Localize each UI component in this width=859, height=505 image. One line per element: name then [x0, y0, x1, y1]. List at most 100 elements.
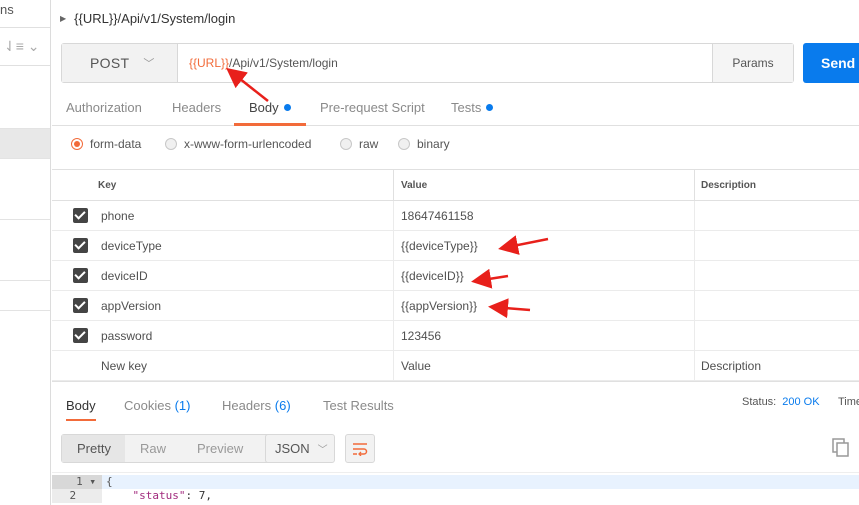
headers-count: (6)	[274, 398, 291, 413]
key-cell[interactable]: deviceType	[92, 231, 394, 260]
tab-label: Headers	[222, 398, 272, 413]
empty-check	[52, 351, 92, 380]
new-description-input[interactable]: Description	[695, 351, 859, 380]
line-number: 2	[52, 489, 102, 503]
radio-label: form-data	[90, 137, 142, 151]
description-cell[interactable]	[695, 291, 859, 320]
response-tab-cookies[interactable]: Cookies (1)	[124, 398, 190, 413]
line-number: 1 ▾	[52, 475, 102, 489]
radio-label: x-www-form-urlencoded	[184, 137, 312, 151]
response-time-label: Time	[838, 396, 859, 408]
response-status: Status: 200 OK	[742, 396, 820, 408]
value-cell[interactable]: {{deviceID}}	[394, 261, 695, 290]
description-cell[interactable]	[695, 321, 859, 350]
response-toolbar: Pretty Raw Preview JSON ﹀	[52, 426, 859, 472]
value-cell[interactable]: {{appVersion}}	[394, 291, 695, 320]
url-variable: {{URL}}	[189, 56, 230, 70]
sidebar-item-selected[interactable]	[0, 129, 50, 159]
row-checkbox[interactable]	[72, 328, 88, 343]
table-row: password 123456	[52, 321, 859, 351]
response-tab-headers[interactable]: Headers (6)	[222, 398, 291, 413]
radio-selected-icon	[71, 138, 83, 150]
radio-label: raw	[359, 137, 379, 151]
row-checkbox[interactable]	[72, 208, 88, 223]
view-raw-button[interactable]: Raw	[125, 435, 182, 462]
send-button[interactable]: Send	[803, 43, 859, 83]
format-label: JSON	[275, 441, 310, 456]
request-tabs: Authorization Headers Body Pre-request S…	[52, 92, 859, 126]
sidebar-item[interactable]	[0, 159, 50, 220]
params-button[interactable]: Params	[712, 44, 793, 82]
code-line: 2 "status": 7,	[52, 489, 859, 503]
modified-dot-icon	[283, 104, 291, 111]
key-cell[interactable]: phone	[92, 201, 394, 230]
response-tab-test-results[interactable]: Test Results	[323, 398, 394, 413]
method-select[interactable]: POST ﹀	[62, 44, 178, 82]
response-tabs: Body Cookies (1) Headers (6) Test Result…	[52, 381, 859, 426]
column-header-description: Description	[701, 179, 757, 191]
sidebar-tab[interactable]: ns	[0, 0, 50, 28]
response-code-view[interactable]: 1 ▾ { 2 "status": 7,	[52, 472, 859, 505]
sidebar-item[interactable]	[0, 281, 50, 311]
copy-icon[interactable]	[832, 438, 852, 458]
response-tab-body[interactable]: Body	[66, 398, 96, 421]
sort-icon[interactable]: ⇃≡ ⌄	[0, 30, 50, 66]
radio-binary[interactable]: binary	[398, 137, 450, 151]
new-value-input[interactable]: Value	[394, 351, 695, 380]
expand-caret-icon[interactable]: ▶	[60, 14, 66, 23]
chevron-down-icon: ﹀	[143, 58, 155, 70]
key-cell[interactable]: password	[92, 321, 394, 350]
url-path: /Api/v1/System/login	[229, 56, 338, 70]
code-text: {	[102, 475, 859, 489]
tab-label: Cookies	[124, 398, 171, 413]
tab-label: Pre-request Script	[320, 100, 425, 115]
wrap-lines-icon	[353, 442, 368, 456]
column-header-key: Key	[92, 170, 394, 200]
code-text: "status": 7,	[132, 489, 212, 502]
view-preview-button[interactable]: Preview	[182, 435, 243, 462]
radio-label: binary	[417, 137, 450, 151]
cookies-count: (1)	[174, 398, 191, 413]
request-title[interactable]: ▶ {{URL}}/Api/v1/System/login	[60, 8, 235, 28]
tab-authorization[interactable]: Authorization	[66, 92, 142, 126]
url-bar: POST ﹀ {{URL}}/Api/v1/System/login Param…	[61, 43, 794, 83]
radio-form-data[interactable]: form-data	[71, 137, 141, 151]
table-header: Key Value Description	[52, 170, 859, 201]
body-type-options: form-data x-www-form-urlencoded raw bina…	[52, 126, 859, 170]
url-input[interactable]: {{URL}}/Api/v1/System/login	[178, 44, 712, 82]
fold-caret-icon[interactable]: ▾	[89, 475, 96, 488]
value-cell[interactable]: 18647461158	[394, 201, 695, 230]
wrap-lines-button[interactable]	[345, 434, 375, 463]
status-value: 200 OK	[782, 396, 820, 408]
value-cell[interactable]: {{deviceType}}	[394, 231, 695, 260]
row-checkbox[interactable]	[72, 238, 88, 253]
description-cell[interactable]	[695, 201, 859, 230]
tab-label: Tests	[451, 100, 482, 115]
description-cell[interactable]	[695, 261, 859, 290]
code-line: 1 ▾ {	[52, 475, 859, 489]
tab-label: Body	[249, 100, 279, 115]
tab-body[interactable]: Body	[234, 92, 306, 126]
radio-x-www-form-urlencoded[interactable]: x-www-form-urlencoded	[165, 137, 311, 151]
sidebar-item[interactable]	[0, 67, 50, 129]
row-checkbox[interactable]	[72, 268, 88, 283]
key-cell[interactable]: appVersion	[92, 291, 394, 320]
description-cell[interactable]	[695, 231, 859, 260]
request-title-text: {{URL}}/Api/v1/System/login	[74, 10, 236, 26]
view-pretty-button[interactable]: Pretty	[62, 435, 125, 462]
new-key-input[interactable]: New key	[92, 351, 394, 380]
tab-headers[interactable]: Headers	[172, 92, 221, 126]
tab-pre-request-script[interactable]: Pre-request Script	[320, 92, 425, 126]
column-header-value: Value	[394, 170, 695, 200]
tab-label: Authorization	[66, 100, 142, 115]
row-checkbox[interactable]	[72, 298, 88, 313]
status-label: Status:	[742, 396, 777, 408]
format-select[interactable]: JSON ﹀	[265, 434, 335, 463]
tab-tests[interactable]: Tests	[451, 92, 494, 126]
sidebar-item[interactable]	[0, 220, 50, 281]
value-cell[interactable]: 123456	[394, 321, 695, 350]
radio-raw[interactable]: raw	[340, 137, 378, 151]
key-cell[interactable]: deviceID	[92, 261, 394, 290]
header-check	[52, 170, 92, 200]
radio-icon	[398, 138, 410, 150]
